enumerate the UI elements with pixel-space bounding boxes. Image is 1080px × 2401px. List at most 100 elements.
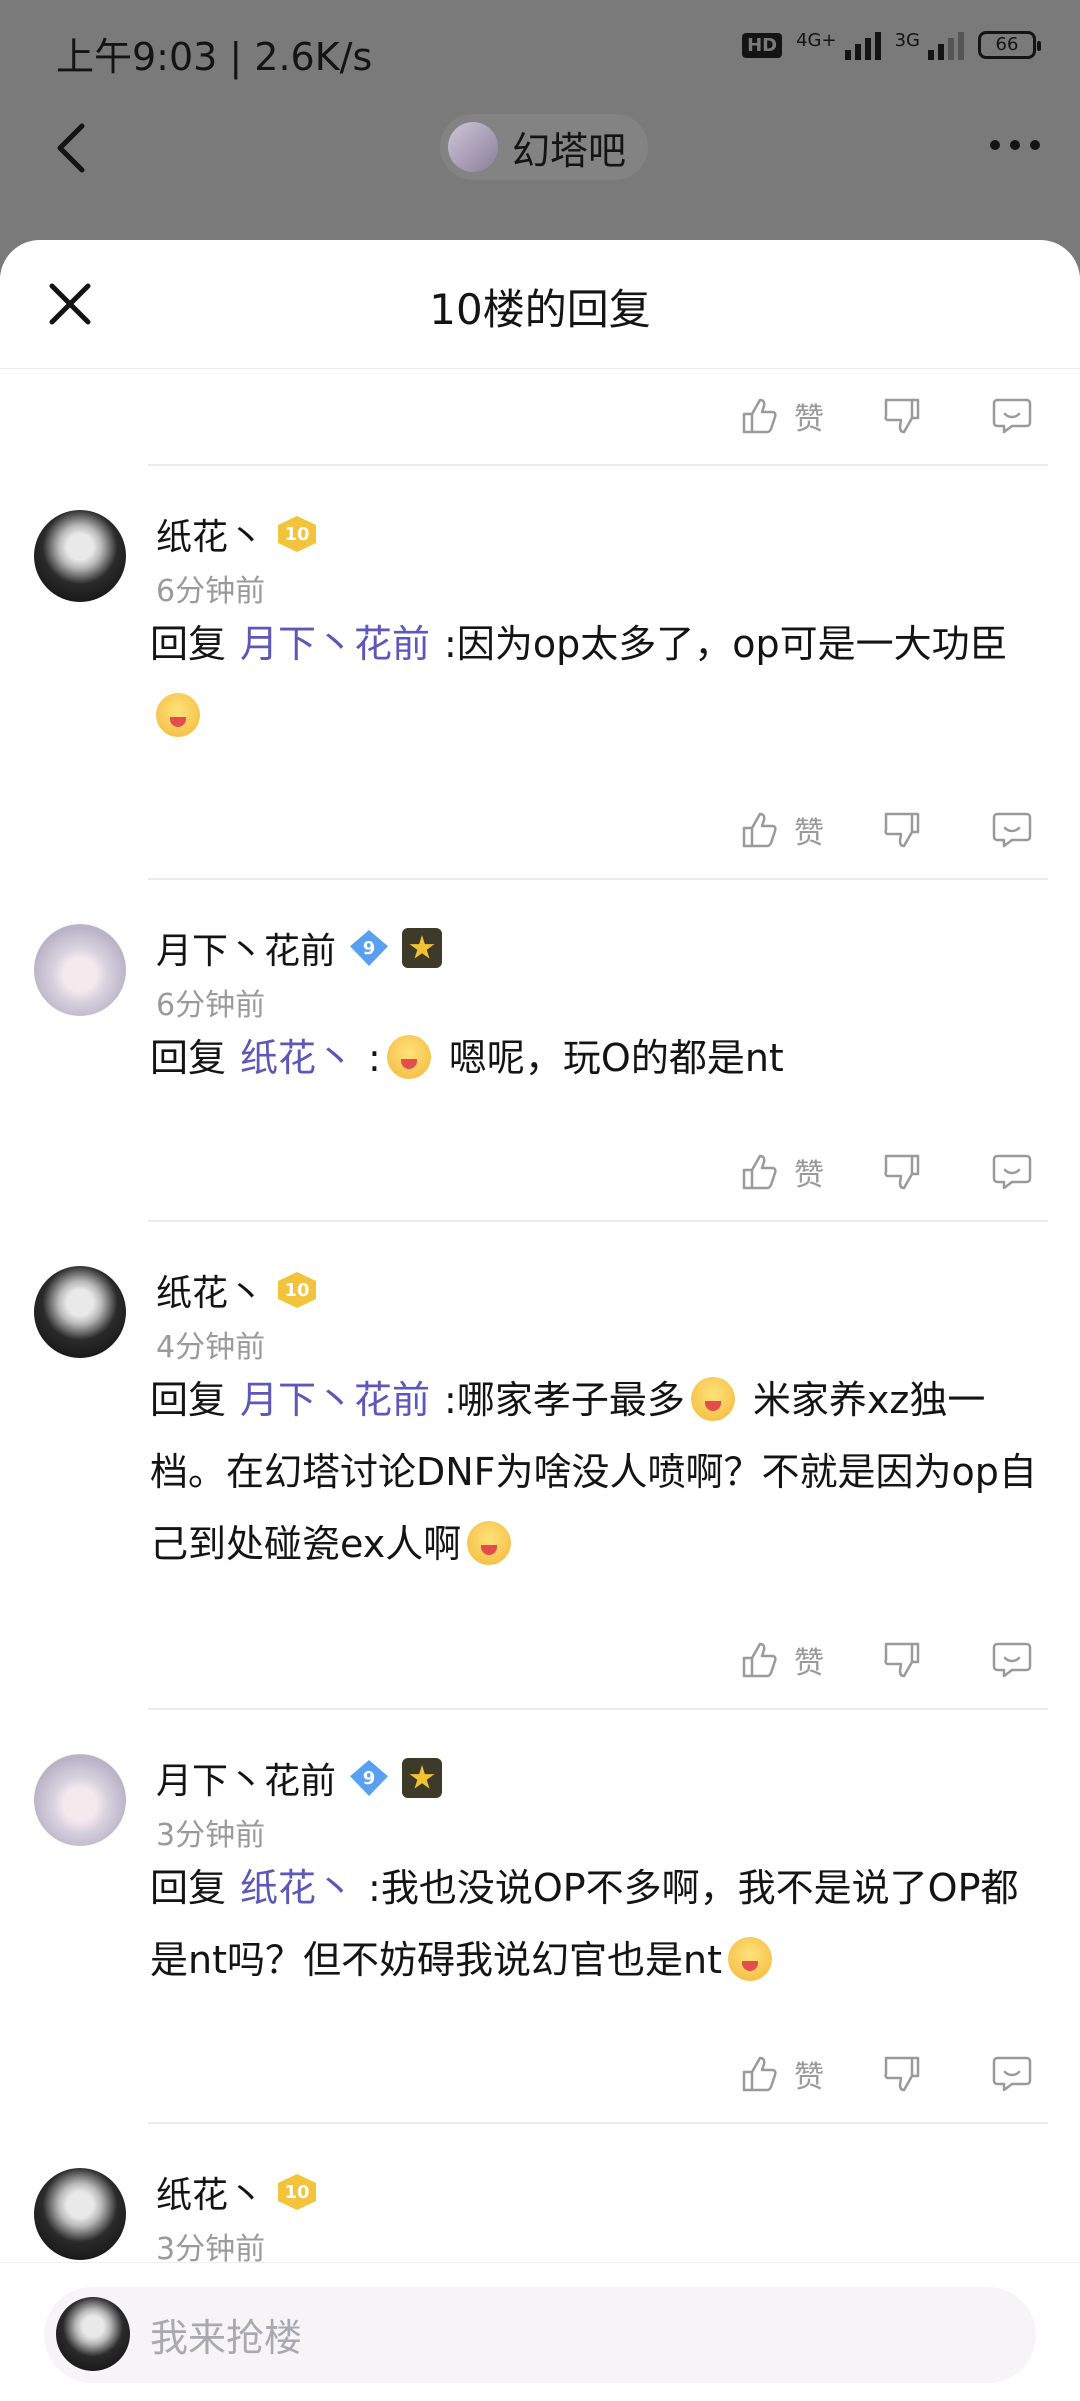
thumbs-up-icon xyxy=(742,1154,777,1190)
thumbs-up-icon xyxy=(742,1642,777,1678)
signal-icon-secondary xyxy=(928,30,964,60)
forum-name: 幻塔吧 xyxy=(512,128,627,173)
thumbs-down-icon xyxy=(884,398,920,434)
like-button[interactable]: 赞 xyxy=(738,394,824,438)
page-header: 幻塔吧 xyxy=(0,100,1080,240)
dislike-button[interactable] xyxy=(880,2052,924,2096)
comment-actions: 赞 xyxy=(0,782,1080,878)
hd-badge: HD xyxy=(742,32,783,58)
comment-text: 回复 纸花丶:我也没说OP不多啊，我不是说了OP都是nt吗？但不妨碍我说幻官也是n… xyxy=(150,1852,1050,1996)
user-info: 纸花丶 10 xyxy=(156,1264,317,1316)
comment-icon xyxy=(992,2056,1032,2092)
reply-prefix: 回复 xyxy=(150,622,227,666)
mention-link[interactable]: 纸花丶 xyxy=(240,1866,354,1910)
reply-button[interactable] xyxy=(990,1150,1034,1194)
timestamp: 3分钟前 xyxy=(156,1818,266,1853)
status-bar: 上午9:03 | 2.6K/s HD 4G+ 3G 66 xyxy=(0,0,1080,100)
comment-text: 回复 月下丶花前:哪家孝子最多 米家养xz独一档。在幻塔讨论DNF为啥没人喷啊？不… xyxy=(150,1364,1050,1580)
network-type-4g: 4G+ xyxy=(796,30,837,51)
level-badge: 9 xyxy=(350,930,389,966)
reply-button[interactable] xyxy=(990,1638,1034,1682)
avatar[interactable] xyxy=(34,2168,126,2260)
comment-actions: 赞 xyxy=(0,1124,1080,1220)
mention-link[interactable]: 纸花丶 xyxy=(240,1036,354,1080)
timestamp: 6分钟前 xyxy=(156,574,266,609)
emoji-yum-icon xyxy=(156,693,200,737)
comment-text: 回复 纸花丶: 嗯呢，玩O的都是nt xyxy=(150,1022,1050,1094)
thumbs-down-icon xyxy=(884,1642,920,1678)
comment-icon xyxy=(992,1642,1032,1678)
reply-input-placeholder: 我来抢楼 xyxy=(150,2316,303,2360)
comment-item[interactable]: 纸花丶 10 4分钟前 回复 月下丶花前:哪家孝子最多 米家养xz独一档。在幻塔讨… xyxy=(0,1222,1080,1612)
avatar[interactable] xyxy=(34,1266,126,1358)
comment-item[interactable]: 月下丶花前 9 3分钟前 回复 纸花丶:我也没说OP不多啊，我不是说了OP都是nt… xyxy=(0,1710,1080,2026)
username[interactable]: 纸花丶 xyxy=(156,2166,264,2218)
level-badge: 10 xyxy=(278,2174,317,2210)
status-time: 上午9:03 | 2.6K/s xyxy=(56,35,373,79)
like-button[interactable]: 赞 xyxy=(738,1150,824,1194)
comment-item[interactable]: 纸花丶 10 6分钟前 回复 月下丶花前 :因为op太多了，op可是一大功臣 xyxy=(0,466,1080,782)
timestamp: 4分钟前 xyxy=(156,1330,266,1365)
emoji-blush-icon xyxy=(727,1937,772,1981)
forum-avatar xyxy=(448,122,498,172)
more-options-icon[interactable] xyxy=(990,140,1040,150)
like-label: 赞 xyxy=(794,816,824,851)
comment-text: 回复 月下丶花前 :因为op太多了，op可是一大功臣 xyxy=(150,608,1050,752)
reply-prefix: 回复 xyxy=(150,1866,227,1910)
status-icons: HD 4G+ 3G 66 xyxy=(742,30,1041,60)
avatar[interactable] xyxy=(34,924,126,1016)
thumbs-up-icon xyxy=(742,2056,777,2092)
comment-body: :因为op太多了，op可是一大功臣 xyxy=(444,622,1008,666)
comment-icon xyxy=(992,1154,1032,1190)
avatar[interactable] xyxy=(34,510,126,602)
comment-body: :哪家孝子最多 xyxy=(444,1378,685,1422)
reply-prefix: 回复 xyxy=(150,1036,227,1080)
username[interactable]: 纸花丶 xyxy=(156,1264,264,1316)
user-info: 纸花丶 10 xyxy=(156,2166,317,2218)
sheet-header: 10楼的回复 xyxy=(0,240,1080,369)
like-label: 赞 xyxy=(794,402,824,437)
dislike-button[interactable] xyxy=(880,808,924,852)
reply-button[interactable] xyxy=(990,2052,1034,2096)
level-badge: 10 xyxy=(278,1272,317,1308)
avatar[interactable] xyxy=(34,1754,126,1846)
thumbs-down-icon xyxy=(884,812,920,848)
comment-actions: 赞 xyxy=(0,368,1080,464)
like-button[interactable]: 赞 xyxy=(738,808,824,852)
thumbs-down-icon xyxy=(884,2056,920,2092)
dislike-button[interactable] xyxy=(880,1638,924,1682)
mention-link[interactable]: 月下丶花前 xyxy=(240,1378,430,1422)
comment-icon xyxy=(992,398,1032,434)
dislike-button[interactable] xyxy=(880,1150,924,1194)
dislike-button[interactable] xyxy=(880,394,924,438)
thumbs-up-icon xyxy=(742,398,777,434)
username[interactable]: 月下丶花前 xyxy=(156,1752,336,1804)
comment-item[interactable]: 月下丶花前 9 6分钟前 回复 纸花丶: 嗯呢，玩O的都是nt xyxy=(0,880,1080,1124)
reply-prefix: 回复 xyxy=(150,1378,227,1422)
emoji-yum-icon xyxy=(690,1377,735,1421)
user-info: 月下丶花前 9 xyxy=(156,922,443,974)
level-badge: 9 xyxy=(350,1760,389,1796)
comment-body-lead: : xyxy=(368,1036,381,1080)
reply-input-bar: 我来抢楼 xyxy=(0,2262,1080,2401)
sheet-title: 10楼的回复 xyxy=(429,285,651,334)
thumbs-down-icon xyxy=(884,1154,920,1190)
comment-icon xyxy=(992,812,1032,848)
signal-icon xyxy=(844,30,881,60)
emoji-yum-icon xyxy=(386,1035,431,1079)
medal-icon xyxy=(402,928,443,968)
user-info: 月下丶花前 9 xyxy=(156,1752,443,1804)
forum-chip[interactable]: 幻塔吧 xyxy=(440,114,649,180)
like-button[interactable]: 赞 xyxy=(738,2052,824,2096)
reply-sheet: 10楼的回复 赞 纸花丶 10 6分钟前 回复 月下丶花前:因为op太多了，o… xyxy=(0,240,1080,2400)
reply-button[interactable] xyxy=(990,808,1034,852)
back-icon[interactable] xyxy=(44,118,104,178)
comment-body: 嗯呢，玩O的都是nt xyxy=(436,1036,784,1080)
like-button[interactable]: 赞 xyxy=(738,1638,824,1682)
comment-actions: 赞 xyxy=(0,2026,1080,2122)
reply-button[interactable] xyxy=(990,394,1034,438)
mention-link[interactable]: 月下丶花前 xyxy=(240,622,430,666)
username[interactable]: 纸花丶 xyxy=(156,508,264,560)
user-info: 纸花丶 10 xyxy=(156,508,317,560)
username[interactable]: 月下丶花前 xyxy=(156,922,336,974)
